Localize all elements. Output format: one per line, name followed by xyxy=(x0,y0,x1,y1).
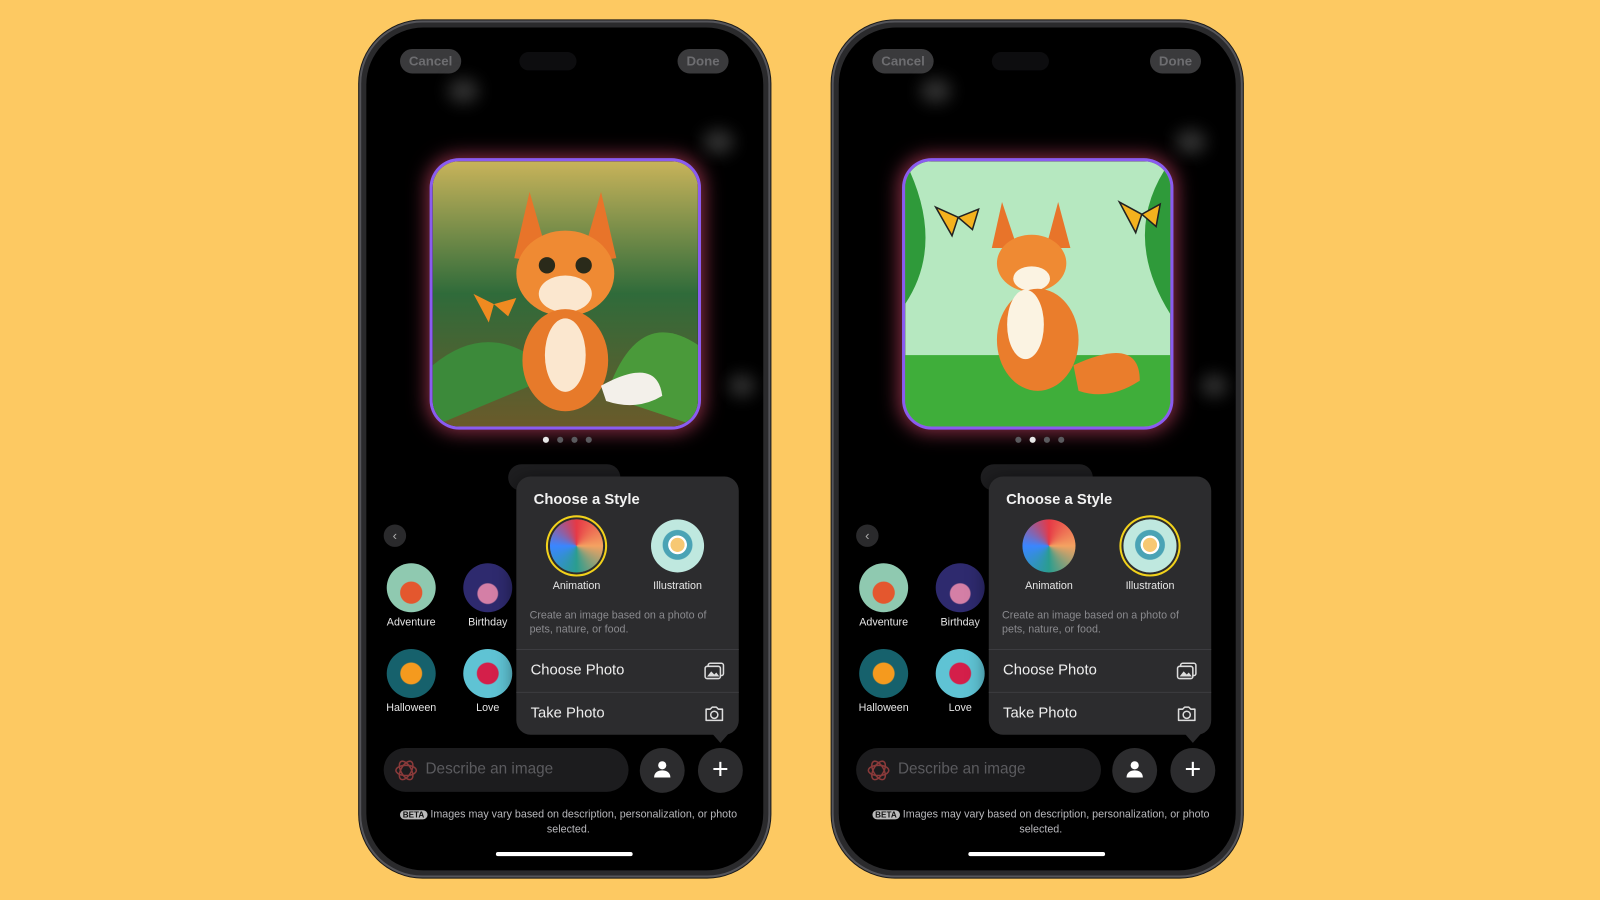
choose-photo-menu-item[interactable]: Choose Photo xyxy=(516,650,738,692)
back-chevron-icon[interactable]: ‹ xyxy=(383,524,407,547)
describe-image-placeholder: Describe an image xyxy=(897,760,1026,778)
stage: Cancel Done ‹ Adventure Birthday Hallowe… xyxy=(0,0,1600,900)
describe-image-input[interactable]: Describe an image xyxy=(856,747,1102,792)
person-icon xyxy=(1126,761,1143,778)
category-halloween-icon[interactable] xyxy=(386,648,436,698)
disclaimer: BETA Images may vary based on descriptio… xyxy=(859,807,1222,837)
page-indicator[interactable] xyxy=(1015,436,1066,443)
beta-badge: BETA xyxy=(399,810,428,820)
person-icon xyxy=(654,761,671,778)
disclaimer-text: Images may vary based on description, pe… xyxy=(902,808,1210,836)
blurred-bubble xyxy=(920,78,952,104)
category-love-icon[interactable] xyxy=(463,648,513,698)
popup-arrow xyxy=(1184,733,1202,743)
fox-image-icon xyxy=(905,161,1171,427)
category-birthday-icon[interactable] xyxy=(935,563,985,613)
style-description: Create an image based on a photo of pets… xyxy=(1002,609,1179,636)
take-photo-label: Take Photo xyxy=(1003,705,1078,722)
generated-image[interactable] xyxy=(432,161,698,427)
image-playground-icon xyxy=(395,760,418,781)
style-description: Create an image based on a photo of pets… xyxy=(529,609,707,636)
style-illustration-option[interactable] xyxy=(1123,519,1177,573)
style-animation-option[interactable] xyxy=(549,519,604,573)
style-label: Animation xyxy=(552,579,601,592)
generated-image[interactable] xyxy=(905,161,1171,427)
done-button[interactable]: Done xyxy=(677,48,729,74)
camera-icon xyxy=(1177,706,1196,722)
image-playground-icon xyxy=(867,760,890,781)
choose-style-popup: Choose a Style Animation Illustration Cr… xyxy=(516,476,739,743)
page-dot[interactable] xyxy=(1029,436,1036,443)
phone-2: Cancel Done ‹ Adventure Birthday Hallowe… xyxy=(831,20,1243,878)
phone-1: Cancel Done ‹ Adventure Birthday Hallowe… xyxy=(359,20,771,878)
popup-arrow xyxy=(712,733,729,743)
page-dot[interactable] xyxy=(571,436,578,443)
plus-icon[interactable]: + xyxy=(697,747,743,793)
dynamic-island xyxy=(991,52,1049,71)
page-dot[interactable] xyxy=(1015,436,1022,443)
style-animation-option[interactable] xyxy=(1022,519,1076,573)
category-love-icon[interactable] xyxy=(935,648,985,698)
category-adventure-icon[interactable] xyxy=(386,563,436,613)
describe-image-input[interactable]: Describe an image xyxy=(383,747,629,792)
page-dot[interactable] xyxy=(1043,436,1050,443)
blurred-bubble xyxy=(728,374,756,397)
popup-title: Choose a Style xyxy=(1006,491,1113,509)
person-button[interactable] xyxy=(1112,747,1158,793)
take-photo-menu-item[interactable]: Take Photo xyxy=(516,693,738,735)
category-label: Halloween xyxy=(386,702,437,715)
plus-icon[interactable]: + xyxy=(1170,747,1216,793)
category-adventure-icon[interactable] xyxy=(859,563,909,613)
dynamic-island xyxy=(519,52,577,71)
choose-photo-menu-item[interactable]: Choose Photo xyxy=(989,650,1211,692)
photo-library-icon xyxy=(1176,662,1197,680)
style-illustration-option[interactable] xyxy=(651,519,705,573)
back-chevron-icon[interactable]: ‹ xyxy=(856,524,879,547)
fox-image-icon xyxy=(432,161,698,427)
beta-badge: BETA xyxy=(872,810,900,820)
style-label: Illustration xyxy=(653,579,702,592)
person-button[interactable] xyxy=(639,747,685,793)
page-dot[interactable] xyxy=(585,436,592,443)
home-indicator[interactable] xyxy=(968,852,1106,857)
blurred-bubble xyxy=(1201,374,1228,397)
cancel-button[interactable]: Cancel xyxy=(872,48,934,74)
category-label: Adventure xyxy=(859,616,909,629)
page-dot[interactable] xyxy=(542,436,549,443)
choose-photo-label: Choose Photo xyxy=(530,662,625,679)
home-indicator[interactable] xyxy=(495,852,633,857)
disclaimer-text: Images may vary based on description, pe… xyxy=(430,808,738,836)
take-photo-menu-item[interactable]: Take Photo xyxy=(989,693,1211,735)
blurred-bubble xyxy=(1175,129,1207,155)
done-button[interactable]: Done xyxy=(1149,48,1202,74)
cancel-button[interactable]: Cancel xyxy=(399,48,462,74)
category-birthday-icon[interactable] xyxy=(463,563,513,613)
disclaimer: BETA Images may vary based on descriptio… xyxy=(387,807,750,837)
take-photo-label: Take Photo xyxy=(530,705,605,722)
page-dot[interactable] xyxy=(1058,436,1065,443)
choose-photo-label: Choose Photo xyxy=(1003,662,1097,679)
blurred-bubble xyxy=(447,78,479,104)
page-dot[interactable] xyxy=(557,436,564,443)
camera-icon xyxy=(705,706,724,722)
phone-screen: Cancel Done ‹ Adventure Birthday Hallowe… xyxy=(838,27,1236,871)
category-halloween-icon[interactable] xyxy=(859,648,909,698)
style-label: Illustration xyxy=(1125,579,1175,592)
category-label: Adventure xyxy=(386,616,436,629)
style-label: Animation xyxy=(1025,579,1073,592)
category-label: Halloween xyxy=(858,702,909,715)
page-indicator[interactable] xyxy=(542,436,594,443)
blurred-bubble xyxy=(703,129,734,155)
phone-screen: Cancel Done ‹ Adventure Birthday Hallowe… xyxy=(366,27,764,871)
popup-title: Choose a Style xyxy=(533,491,640,509)
choose-style-popup: Choose a Style Animation Illustration Cr… xyxy=(988,476,1212,743)
photo-library-icon xyxy=(704,662,725,680)
describe-image-placeholder: Describe an image xyxy=(425,760,554,778)
